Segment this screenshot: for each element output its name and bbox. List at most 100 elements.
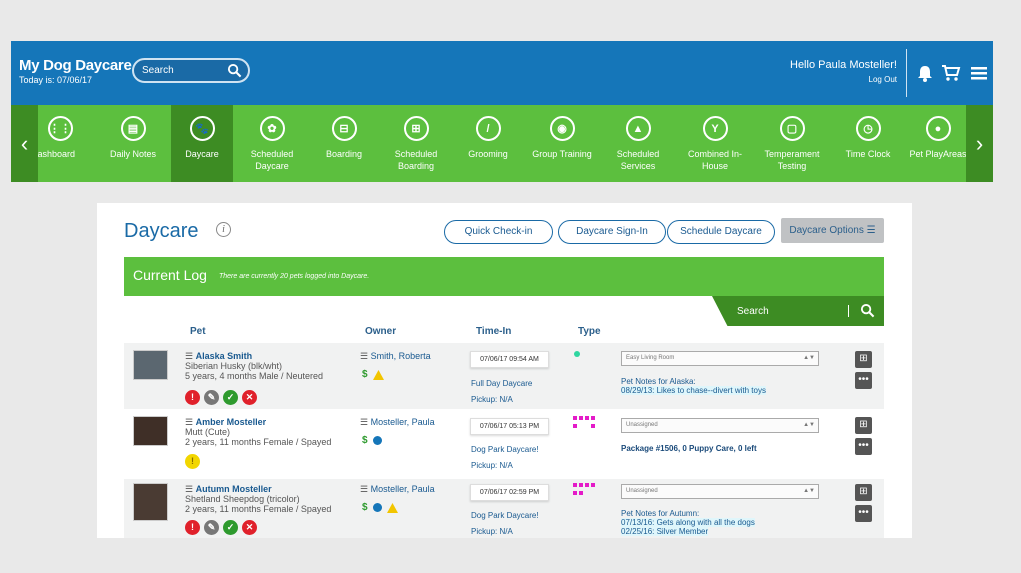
nav-grooming[interactable]: / Grooming: [457, 105, 519, 182]
info-icon[interactable]: i: [216, 222, 231, 237]
nav-scheduled-services[interactable]: ▲ Scheduled Services: [607, 105, 669, 182]
daycare-panel: Daycare i Quick Check-in Daycare Sign-In…: [97, 203, 912, 538]
nav-label: Dashboard: [38, 149, 76, 159]
owner-name[interactable]: Smith, Roberta: [371, 351, 431, 361]
chevron-down-icon: ▲▼: [803, 488, 815, 494]
nav-label-2: Boarding: [397, 161, 435, 171]
nav-next-arrow[interactable]: ›: [966, 105, 993, 182]
schedule-daycare-button[interactable]: Schedule Daycare: [667, 220, 775, 244]
close-icon[interactable]: ✕: [242, 390, 257, 405]
logout-link[interactable]: Log Out: [790, 75, 897, 84]
pet-age: 2 years, 11 months Female / Spayed: [185, 504, 332, 514]
service-name: Dog Park Daycare!: [471, 445, 539, 454]
global-search-input[interactable]: Search: [132, 58, 250, 83]
time-in-field[interactable]: 07/06/17 02:59 PM: [470, 484, 549, 501]
service-info: Full Day Daycare Pickup: N/A: [471, 378, 532, 406]
nav-time-clock[interactable]: ◷ Time Clock: [835, 105, 901, 182]
warning-icon[interactable]: [372, 369, 384, 380]
time-in-field[interactable]: 07/06/17 05:13 PM: [470, 418, 549, 435]
edit-icon[interactable]: ✎: [204, 520, 219, 535]
info-icon[interactable]: [372, 503, 382, 512]
table-search[interactable]: Search: [712, 296, 884, 326]
pet-name[interactable]: Amber Mosteller: [196, 417, 267, 427]
nav-boarding[interactable]: ⊟ Boarding: [313, 105, 375, 182]
log-title: Current Log: [133, 267, 207, 283]
nav-label: Boarding: [325, 149, 363, 159]
area-select-value: Unassigned: [626, 422, 658, 428]
dollar-icon[interactable]: $: [362, 369, 368, 380]
check-icon[interactable]: ✓: [223, 520, 238, 535]
col-timein[interactable]: Time-In: [476, 326, 511, 337]
owner-info: ☰ Mosteller, Paula: [360, 417, 435, 427]
nav-label: Scheduled: [394, 149, 438, 159]
col-owner[interactable]: Owner: [365, 326, 396, 337]
more-icon[interactable]: •••: [855, 372, 872, 389]
header-divider: [906, 49, 907, 97]
info-icon[interactable]: [372, 436, 382, 445]
nav-label: Combined In-: [687, 149, 743, 159]
area-select[interactable]: Unassigned ▲▼: [621, 484, 819, 499]
nav-temperament-testing[interactable]: ▢ Temperament Testing: [757, 105, 827, 182]
more-icon[interactable]: •••: [855, 438, 872, 455]
notes-icon: ▤: [120, 116, 146, 141]
alert-icon[interactable]: !: [185, 454, 200, 469]
nav-scheduled-daycare[interactable]: ✿ Scheduled Daycare: [241, 105, 303, 182]
pet-badges: ! ✎ ✓ ✕: [185, 390, 257, 405]
quick-checkin-button[interactable]: Quick Check-in: [444, 220, 553, 244]
nav-combined-in-house[interactable]: Y Combined In- House: [681, 105, 749, 182]
pet-photo[interactable]: [133, 483, 168, 521]
user-greeting: Hello Paula Mosteller! Log Out: [790, 59, 897, 84]
area-select[interactable]: Unassigned ▲▼: [621, 418, 819, 433]
service-info: Dog Park Daycare! Pickup: N/A: [471, 510, 539, 538]
note-line: 07/13/16: Gets along with all the dogs: [621, 518, 755, 527]
owner-name[interactable]: Mosteller, Paula: [371, 484, 435, 494]
cart-icon[interactable]: ⊞: [855, 484, 872, 501]
nav-label-2: House: [701, 161, 728, 171]
nav-group-training[interactable]: ◉ Group Training: [525, 105, 599, 182]
search-divider: [848, 305, 849, 317]
close-icon[interactable]: ✕: [242, 520, 257, 535]
cart-icon[interactable]: ⊞: [855, 351, 872, 368]
pet-photo[interactable]: [133, 416, 168, 446]
more-icon[interactable]: •••: [855, 505, 872, 522]
pet-info: ☰ Amber Mosteller Mutt (Cute) 2 years, 1…: [185, 417, 332, 447]
search-icon[interactable]: [227, 63, 242, 78]
check-icon[interactable]: ✓: [223, 390, 238, 405]
time-in-field[interactable]: 07/06/17 09:54 AM: [470, 351, 549, 368]
edit-icon[interactable]: ✎: [204, 390, 219, 405]
alert-icon[interactable]: !: [185, 390, 200, 405]
pet-name[interactable]: Autumn Mosteller: [196, 484, 272, 494]
col-type[interactable]: Type: [578, 326, 601, 337]
dollar-icon[interactable]: $: [362, 435, 368, 446]
nav-label: Grooming: [468, 149, 508, 159]
nav-daycare[interactable]: 🐾 Daycare: [171, 105, 233, 182]
dollar-icon[interactable]: $: [362, 502, 368, 513]
dashboard-icon: ⋮⋮: [47, 116, 73, 141]
warning-icon[interactable]: [386, 502, 398, 513]
pet-name[interactable]: Alaska Smith: [196, 351, 253, 361]
type-blocks-icon: [573, 483, 595, 495]
paw-icon: 🐾: [189, 116, 215, 141]
daycare-options-button[interactable]: Daycare Options ☰: [781, 218, 884, 243]
pet-age: 2 years, 11 months Female / Spayed: [185, 437, 332, 447]
pickup-info: Pickup: N/A: [471, 395, 513, 404]
cart-icon[interactable]: ⊞: [855, 417, 872, 434]
nav-daily-notes[interactable]: ▤ Daily Notes: [99, 105, 167, 182]
owner-name[interactable]: Mosteller, Paula: [371, 417, 435, 427]
nav-prev-arrow[interactable]: ‹: [11, 105, 38, 182]
area-select[interactable]: Easy Living Room ▲▼: [621, 351, 819, 366]
daycare-signin-button[interactable]: Daycare Sign-In: [558, 220, 666, 244]
note-line: 02/25/16: Silver Member: [621, 527, 709, 536]
nav-scheduled-boarding[interactable]: ⊞ Scheduled Boarding: [383, 105, 449, 182]
menu-icon[interactable]: [969, 63, 989, 83]
nav-pet-playareas[interactable]: ● Pet PlayAreas: [909, 105, 967, 182]
service-name: Full Day Daycare: [471, 379, 533, 388]
nav-dashboard[interactable]: ⋮⋮ Dashboard: [38, 105, 82, 182]
cart-icon[interactable]: [941, 63, 961, 83]
owner-info: ☰ Smith, Roberta: [360, 351, 431, 361]
bell-icon[interactable]: [915, 63, 935, 83]
search-icon[interactable]: [860, 303, 875, 318]
pet-photo[interactable]: [133, 350, 168, 380]
col-pet[interactable]: Pet: [190, 326, 206, 337]
alert-icon[interactable]: !: [185, 520, 200, 535]
